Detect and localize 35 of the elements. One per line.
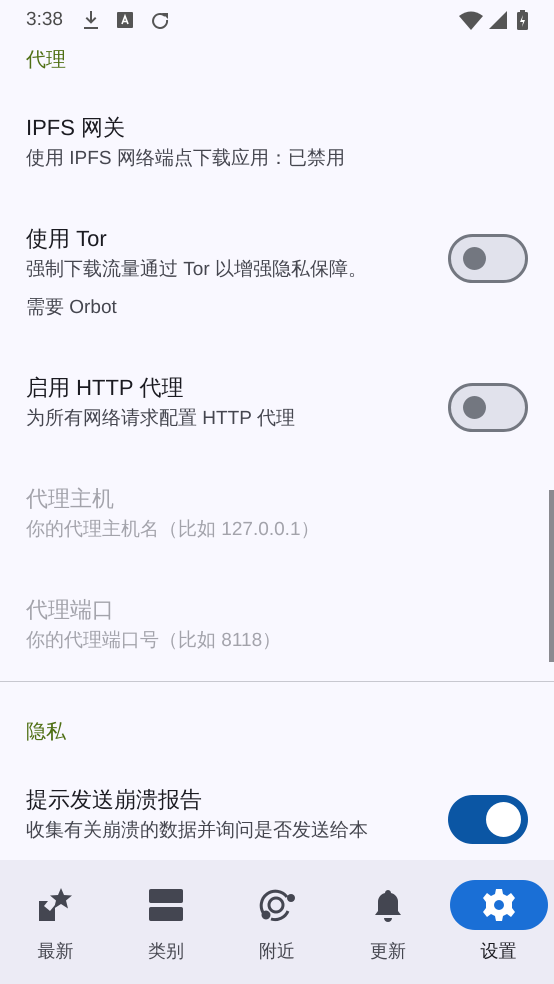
setting-title: 启用 HTTP 代理 <box>26 374 184 402</box>
setting-title: IPFS 网关 <box>26 114 126 142</box>
signal-icon <box>489 11 507 29</box>
toggle-switch[interactable] <box>448 234 528 283</box>
setting-summary: 你的代理主机名（比如 127.0.0.1） <box>26 518 321 542</box>
nav-tab[interactable]: 最新 <box>0 860 111 984</box>
nav-tab[interactable]: 附近 <box>222 860 332 984</box>
setting-title: 代理主机 <box>26 485 115 513</box>
nav-tab[interactable]: 类别 <box>110 860 222 984</box>
star-arrow-icon <box>37 887 74 923</box>
wifi-icon <box>459 10 483 30</box>
font-icon <box>116 12 133 28</box>
orbit-icon <box>258 887 295 923</box>
categories-icon <box>149 888 184 922</box>
section-header: 代理 <box>26 48 67 73</box>
toggle-switch[interactable] <box>448 795 528 844</box>
setting-summary: 使用 IPFS 网络端点下载应用：已禁用 <box>26 147 346 171</box>
section-header: 隐私 <box>26 720 67 745</box>
battery-icon <box>517 10 528 30</box>
setting-summary: 收集有关崩溃的数据并询问是否发送给本 <box>26 819 369 843</box>
setting-summary: 强制下载流量通过 Tor 以增强隐私保障。 <box>26 258 368 282</box>
nav-tab[interactable]: 更新 <box>332 860 444 984</box>
setting-title: 使用 Tor <box>26 225 108 253</box>
setting-title: 代理端口 <box>26 596 115 624</box>
setting-title: 提示发送崩溃报告 <box>26 786 203 814</box>
download-icon <box>82 10 99 30</box>
settings-icon <box>482 888 516 922</box>
setting-summary: 为所有网络请求配置 HTTP 代理 <box>26 407 296 431</box>
toggle-switch[interactable] <box>448 383 528 432</box>
nav-tab[interactable]: 设置 <box>443 860 554 984</box>
refresh-icon <box>150 11 169 29</box>
setting-summary: 需要 Orbot <box>26 296 118 320</box>
setting-summary: 你的代理端口号（比如 8118） <box>26 629 282 653</box>
status-time: 3:38 <box>26 8 63 32</box>
bell-icon <box>372 888 403 922</box>
